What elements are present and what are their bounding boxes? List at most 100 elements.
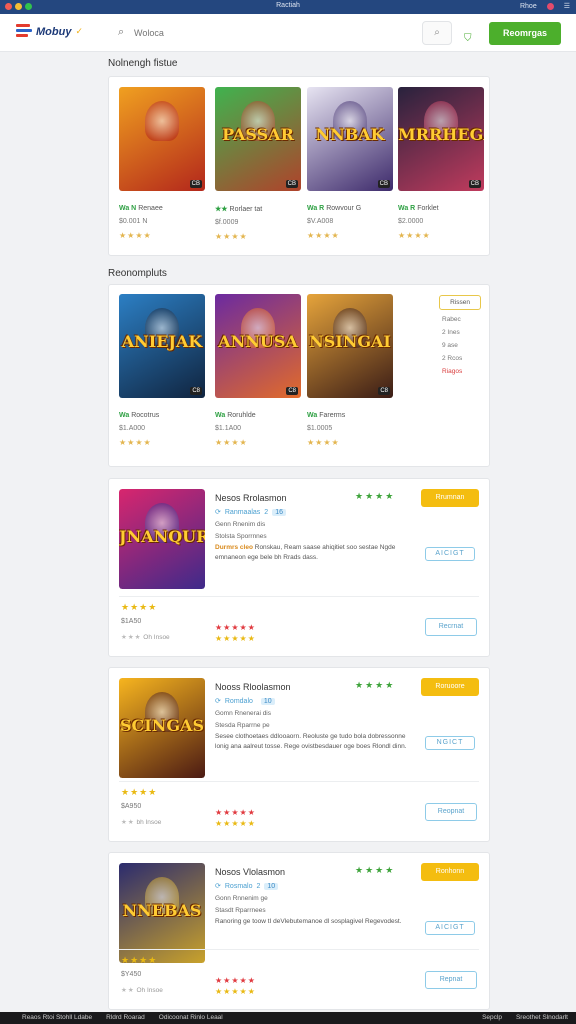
tile-rating-stars: ★★★★: [398, 231, 431, 240]
row-action-button[interactable]: Repnat: [425, 971, 477, 989]
row-title[interactable]: Nesos Rrolasmon: [215, 493, 287, 503]
menu-icon[interactable]: ☰: [564, 2, 570, 10]
game-tile[interactable]: NSINGAI C8 Wa Farerms $1.0005 ★★★★: [307, 294, 393, 447]
game-cover-art[interactable]: ANIEJAK C8: [119, 294, 205, 398]
taskbar: Reaos Rtoi Stohll Ldabe Rldrd Roarad Odi…: [0, 1012, 576, 1024]
game-cover-art[interactable]: NNEBAS: [119, 863, 205, 963]
row-publisher[interactable]: Ranmaalas: [225, 509, 260, 516]
game-cover-art[interactable]: PASSAR CB: [215, 87, 301, 191]
tile-rating-stars: ★★★★: [215, 232, 248, 241]
price-rating-stars: ★★★★: [121, 787, 158, 797]
row-desc-text: Sesee clothoetaes ddlooaorn. Reoluste ge…: [215, 733, 407, 750]
row-tag: 10: [260, 697, 275, 705]
tile-tag: Wa: [307, 412, 318, 419]
review-text: bh Insoe: [136, 819, 162, 826]
row-title[interactable]: Nooss Rloolasmon: [215, 682, 291, 692]
side-filter-item[interactable]: Rabec: [442, 316, 481, 323]
row-tag: 10: [264, 882, 279, 890]
row-publisher[interactable]: Rosmalo: [225, 883, 253, 890]
row-subtitle: ⟳ Ranmaalas 2 16: [215, 508, 286, 516]
game-tile[interactable]: MRRHEGA CB Wa R Forklet $2.0000 ★★★★: [398, 87, 484, 240]
game-cover-art[interactable]: JNANQURI: [119, 489, 205, 589]
logo[interactable]: Mobuy ✓: [16, 24, 83, 39]
side-filter-item[interactable]: 9 ase: [442, 342, 481, 349]
row-price: $1A50: [121, 618, 142, 625]
side-filter-hot-item[interactable]: Riagos: [442, 368, 481, 375]
row-line: Stesda Rparrne pe: [215, 722, 270, 729]
platform-badge: C8: [190, 387, 202, 395]
tile-tag: Wa: [119, 412, 130, 419]
tile-name: Renaee: [138, 205, 163, 212]
search-icon: ⌕: [118, 26, 125, 38]
platform-badge: CB: [377, 180, 390, 188]
game-cover-art[interactable]: CB: [119, 87, 205, 191]
row-action-button[interactable]: Recrnat: [425, 618, 477, 636]
recommended-section-title: Reonompluts: [108, 268, 167, 279]
taskbar-item[interactable]: Sepclp: [482, 1014, 502, 1021]
tile-name: Rorlaer tat: [229, 206, 263, 213]
game-cover-art[interactable]: NSINGAI C8: [307, 294, 393, 398]
game-cover-art[interactable]: SCINGAS: [119, 678, 205, 778]
taskbar-item[interactable]: Reaos Rtoi Stohll Ldabe: [22, 1014, 92, 1021]
tile-name: Forklet: [417, 205, 439, 212]
row-line: Gonn Rnnenim ge: [215, 895, 268, 902]
game-cover-art[interactable]: MRRHEGA CB: [398, 87, 484, 191]
buy-button[interactable]: Roruoore: [421, 678, 479, 696]
row-sub-num: 2: [264, 508, 269, 516]
featured-panel: CB Wa N Renaee $0.001 N ★★★★ PASSAR CB ★★ Ror…: [108, 76, 490, 256]
side-filter-item[interactable]: 2 Rcos: [442, 355, 481, 362]
tile-price: $2.0000: [398, 218, 424, 225]
taskbar-item[interactable]: Rldrd Roarad: [106, 1014, 145, 1021]
game-tile[interactable]: ANNUSA C8 Wa Roruhlde $1.1A00 ★★★★: [215, 294, 301, 447]
row-line: Genn Rnenim dis: [215, 521, 266, 528]
row-subtitle: ⟳ Rosmalo 2 10: [215, 882, 279, 890]
search-button[interactable]: ⌕: [422, 21, 452, 45]
row-rating-stars: ★★★★: [355, 680, 396, 690]
taskbar-item[interactable]: Odicoonat Rinlo Leaal: [159, 1014, 223, 1021]
tile-tag: Wa: [215, 412, 226, 419]
user-icon[interactable]: [546, 2, 554, 10]
review-text: Oh Insoe: [136, 987, 163, 994]
game-tile[interactable]: ANIEJAK C8 Wa Rocotrus $1.A000 ★★★★: [119, 294, 205, 447]
game-cover-art[interactable]: NNBAK CB: [307, 87, 393, 191]
search-bar: ⌕ ⌕: [112, 21, 452, 45]
tile-tag: Wa R: [307, 205, 325, 212]
bag-icon[interactable]: ⛉: [464, 33, 472, 44]
share-icon: ⟳: [215, 509, 221, 516]
buy-button[interactable]: Ronhonn: [421, 863, 479, 881]
yellow-rating-stars: ★★★★★: [215, 987, 256, 996]
row-publisher[interactable]: Romdalo: [225, 698, 253, 705]
platform-outline-label[interactable]: NGICT: [425, 736, 475, 750]
buy-button[interactable]: Rrumnan: [421, 489, 479, 507]
side-filter-header[interactable]: Rissen: [439, 295, 481, 310]
platform-outline-label[interactable]: AICIGT: [425, 921, 475, 935]
cover-title: NSINGAI: [309, 332, 391, 351]
search-input[interactable]: [134, 24, 414, 42]
game-tile[interactable]: NNBAK CB Wa R Rowvour G $V.A008 ★★★★: [307, 87, 393, 240]
row-sub-num: 2: [256, 882, 261, 890]
tile-price: $1.0005: [307, 425, 333, 432]
game-tile[interactable]: CB Wa N Renaee $0.001 N ★★★★: [119, 87, 205, 240]
grey-stars: ★★: [121, 819, 135, 826]
side-filter-item[interactable]: 2 Ines: [442, 329, 481, 336]
share-icon: ⟳: [215, 883, 221, 890]
tile-price: $1.1A00: [215, 425, 242, 432]
game-detail-row: SCINGAS Nooss Rloolasmon ★★★★ Roruoore ⟳ Romd…: [108, 667, 490, 842]
game-cover-art[interactable]: ANNUSA C8: [215, 294, 301, 398]
taskbar-item[interactable]: Sreothet Slnodarlt: [516, 1014, 568, 1021]
red-rating-stars: ★★★★★: [215, 976, 256, 985]
row-action-button[interactable]: Reopnat: [425, 803, 477, 821]
header-cta-button[interactable]: Reomrgas: [489, 22, 561, 45]
game-tile[interactable]: PASSAR CB ★★ Rorlaer tat $f.0009 ★★★★: [215, 87, 301, 241]
tile-price: $V.A008: [307, 218, 334, 225]
game-detail-row: NNEBAS Nosos Vlolasmon ★★★★ Ronhonn ⟳ Rosmalo…: [108, 852, 490, 1010]
row-title[interactable]: Nosos Vlolasmon: [215, 867, 285, 877]
window-right-label[interactable]: Rhoe: [520, 3, 537, 10]
platform-outline-label[interactable]: AICIGT: [425, 547, 475, 561]
tile-tag: ★★: [215, 206, 228, 213]
row-price: $A950: [121, 803, 142, 810]
tile-name: Farerms: [319, 412, 346, 419]
cover-title: SCINGAS: [119, 716, 205, 735]
tile-name: Rowvour G: [326, 205, 362, 212]
platform-badge: CB: [468, 180, 481, 188]
